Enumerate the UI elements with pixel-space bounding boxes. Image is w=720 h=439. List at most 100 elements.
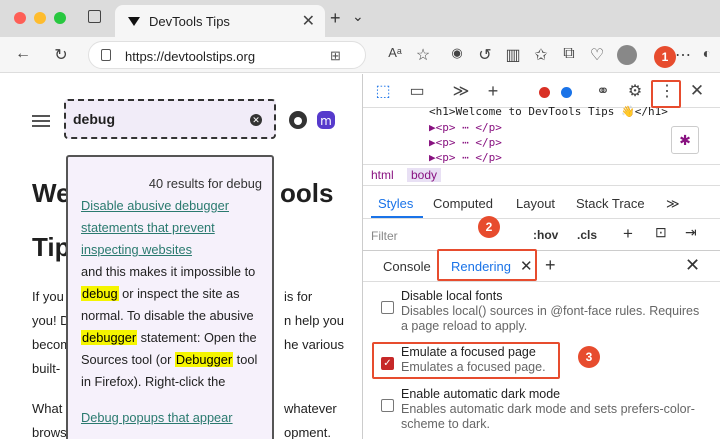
close-drawer-icon[interactable]: ✕ (685, 255, 700, 276)
back-arrow-icon[interactable]: ← (12, 45, 34, 63)
elements-node[interactable]: <h1>Welcome to DevTools Tips 👋</h1> (429, 105, 668, 118)
search-result-description: and this makes it impossible to debug or… (81, 261, 262, 393)
mastodon-icon[interactable]: m (316, 110, 336, 136)
page-heading-end: ools (280, 178, 334, 208)
devtools-tips-favicon-icon (127, 15, 141, 30)
copilot-icon[interactable]: ↺ (474, 45, 496, 65)
disable-local-fonts-checkbox[interactable] (381, 301, 394, 314)
new-tab-button[interactable]: + (330, 8, 341, 29)
intro-text-5: What (32, 401, 63, 416)
tab-console[interactable]: Console (383, 259, 431, 274)
page-heading-line2: Tip (32, 232, 71, 262)
tab-stack-trace[interactable]: Stack Trace (576, 196, 645, 211)
color-format-icon[interactable]: ⊡ (655, 224, 667, 241)
close-devtools-icon[interactable]: ✕ (685, 81, 709, 101)
profile-avatar[interactable] (617, 45, 637, 65)
auto-dark-mode-checkbox[interactable] (381, 399, 394, 412)
url-text: https://devtoolstips.org (125, 49, 256, 64)
device-toolbar-icon[interactable]: ▭ (405, 81, 429, 101)
option-label: Disable local fonts (401, 289, 503, 303)
search-results-popup: 40 results for debug Disable abusive deb… (66, 155, 274, 439)
more-tools-chevron-icon[interactable]: ≫ (449, 81, 473, 101)
close-tab-icon[interactable]: ✕ (302, 11, 315, 31)
favorite-star-icon[interactable]: ☆ (412, 45, 434, 65)
styles-filter-row: Filter :hov .cls + ⊡ ⇥ (363, 220, 720, 254)
web-page: debug ✕ m We ools Tip If you is for you!… (0, 74, 362, 439)
extension-icon[interactable]: ◉ (446, 45, 468, 61)
option-label: Enable automatic dark mode (401, 387, 561, 401)
intro-text-6: brows (32, 425, 67, 439)
tab-computed[interactable]: Computed (433, 196, 493, 211)
more-tabs-icon[interactable]: ≫ (666, 196, 680, 212)
intro-text-4: built- (32, 361, 61, 376)
breadcrumb-body[interactable]: body (407, 168, 442, 182)
tab-layout[interactable]: Layout (516, 196, 555, 211)
results-count: 40 results for debug (148, 176, 262, 191)
svg-text:m: m (320, 114, 332, 128)
address-toolbar: ← ↻ https://devtoolstips.org ⊞ Aᵃ ☆ ◉ ↺ … (0, 37, 720, 73)
hover-state-toggle[interactable]: :hov (533, 228, 558, 242)
callout-badge-3: 3 (578, 346, 600, 368)
intro-text-1b: is for (284, 289, 313, 304)
tab-actions-icon[interactable] (88, 10, 101, 23)
breadcrumb-html[interactable]: html (367, 168, 398, 182)
split-screen-icon[interactable]: ▥ (502, 45, 524, 65)
address-bar[interactable]: https://devtoolstips.org ⊞ (88, 41, 366, 69)
maximize-window-button[interactable] (54, 12, 66, 24)
elements-tree: <h1>Welcome to DevTools Tips 👋</h1> ▶<p>… (363, 105, 720, 164)
search-result-link[interactable]: Disable abusive debugger statements that… (81, 195, 262, 261)
callout-box-rendering (437, 249, 537, 281)
read-aloud-icon[interactable]: Aᵃ (384, 45, 406, 60)
collections-icon[interactable]: ⧉ (558, 45, 580, 63)
option-description: Disables local() sources in @font-face r… (401, 304, 700, 333)
new-rule-icon[interactable]: + (623, 224, 633, 244)
breadcrumb: html body (363, 164, 720, 186)
intro-text-2: you! D (32, 313, 70, 328)
option-description: Enables automatic dark mode and sets pre… (401, 402, 695, 431)
sidebar-icon[interactable]: ◐ (696, 45, 718, 61)
class-toggle[interactable]: .cls (577, 228, 597, 242)
drawer-tabs: Console Rendering ✕ + ✕ (363, 250, 720, 282)
toggle-sidebar-icon[interactable]: ⇥ (685, 224, 697, 241)
intro-text-5b: whatever (284, 401, 337, 416)
elements-node[interactable]: ▶<p> ⋯ </p> (429, 136, 502, 149)
devtools-panel: ⬚ ▭ ≫ + ⚭ ⚙ ⋮ ✕ <h1>Welcome to DevTools … (362, 74, 720, 439)
search-result-link[interactable]: Debug popups that appear (81, 407, 262, 429)
connections-icon[interactable]: ⚭ (591, 81, 615, 101)
match-highlight: debug (81, 286, 119, 301)
styles-filter-input[interactable]: Filter (371, 229, 398, 243)
accessibility-icon[interactable]: ✱ (671, 126, 699, 154)
intro-text-3b: he various (284, 337, 344, 352)
reload-icon[interactable]: ↻ (50, 45, 72, 65)
clear-search-icon[interactable]: ✕ (250, 114, 262, 126)
intro-text-1: If you (32, 289, 64, 304)
elements-node[interactable]: ▶<p> ⋯ </p> (429, 151, 502, 164)
tab-bar: DevTools Tips ✕ + ⌄ (0, 0, 720, 37)
inspect-element-icon[interactable]: ⬚ (371, 81, 395, 101)
minimize-window-button[interactable] (34, 12, 46, 24)
hamburger-menu-icon[interactable] (32, 112, 50, 130)
lock-icon (101, 49, 111, 61)
styles-tabs: Styles Computed Layout Stack Trace ≫ (363, 187, 720, 219)
add-tool-icon[interactable]: + (481, 81, 505, 102)
result-text: and this makes it impossible to (81, 264, 256, 279)
devtools-settings-gear-icon[interactable]: ⚙ (623, 81, 647, 101)
browser-window: DevTools Tips ✕ + ⌄ ← ↻ https://devtools… (0, 0, 720, 439)
search-value: debug (73, 111, 115, 127)
tab-devtools-tips[interactable]: DevTools Tips ✕ (115, 5, 325, 37)
close-window-button[interactable] (14, 12, 26, 24)
app-available-icon[interactable]: ⊞ (330, 48, 341, 64)
tab-list-chevron-icon[interactable]: ⌄ (352, 8, 364, 25)
site-search-input[interactable]: debug ✕ (64, 99, 276, 139)
tab-title: DevTools Tips (149, 14, 230, 29)
github-icon[interactable] (288, 110, 308, 136)
tab-styles[interactable]: Styles (378, 196, 413, 211)
favorites-icon[interactable]: ✩ (530, 45, 552, 65)
elements-node[interactable]: ▶<p> ⋯ </p> (429, 121, 502, 134)
issues-icon[interactable] (561, 87, 572, 98)
add-drawer-tab-icon[interactable]: + (545, 255, 556, 276)
browser-essentials-icon[interactable]: ♡ (586, 45, 608, 65)
callout-badge-1: 1 (654, 46, 676, 68)
active-tab-indicator (371, 216, 423, 218)
errors-icon[interactable] (539, 87, 550, 98)
